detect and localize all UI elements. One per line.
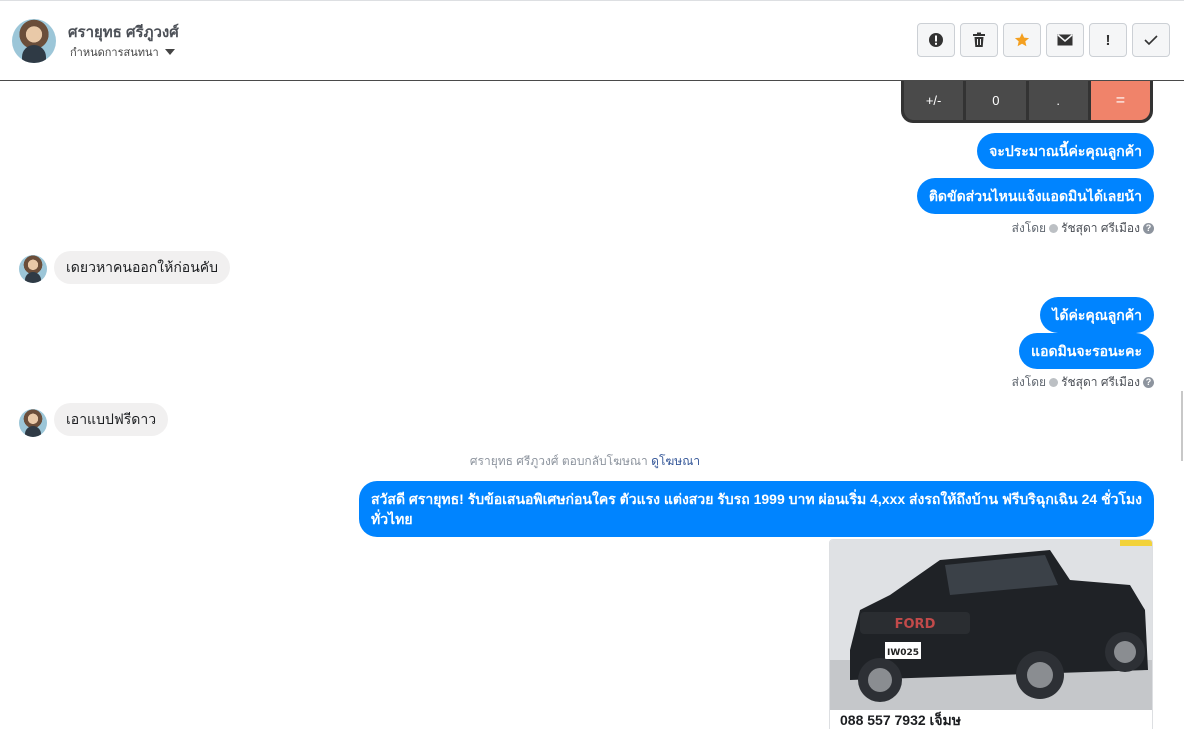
help-icon[interactable]: ? [1143, 377, 1154, 388]
sent-by-agent[interactable]: รัชสุดา ศรีเมือง [1061, 373, 1140, 392]
sent-by-label: ส่งโดย รัชสุดา ศรีเมือง ? [1012, 373, 1154, 392]
star-button[interactable] [1003, 23, 1041, 57]
caret-down-icon [164, 49, 175, 55]
scrollbar-thumb[interactable] [1181, 391, 1183, 461]
grille-logo-text: FORD [895, 617, 936, 632]
sent-by-label: ส่งโดย รัชสุดา ศรีเมือง ? [1012, 219, 1154, 238]
exclamation-icon: ! [1105, 31, 1111, 49]
agent-dot-icon [1049, 224, 1059, 233]
conversation-status-label: กำหนดการสนทนา [70, 47, 159, 59]
outgoing-message[interactable]: ติดขัดส่วนไหนแจ้งแอดมินได้เลยน้า [916, 178, 1154, 214]
message-thread[interactable]: +/- 0 . = จะประมาณนี้ค่ะคุณลูกค้า ติดขัด… [0, 81, 1184, 729]
incoming-message[interactable]: เอาแบปฟรีดาว [54, 403, 169, 436]
sent-by-agent[interactable]: รัชสุดา ศรีเมือง [1061, 219, 1140, 238]
delete-button[interactable] [960, 23, 998, 57]
mark-done-button[interactable] [1132, 23, 1170, 57]
incoming-message[interactable]: เดยวหาคนออกให้ก่อนคับ [54, 251, 231, 284]
ad-phone-text: 088 557 7932 เจ็มษ [840, 712, 961, 728]
contact-name[interactable]: ศรายุทธ ศรีภูวงศ์ [68, 20, 179, 44]
calculator-image[interactable]: +/- 0 . = [901, 81, 1153, 123]
priority-button[interactable]: ! [1089, 23, 1127, 57]
mark-spam-button[interactable] [917, 23, 955, 57]
conversation-header: ศรายุทธ ศรีภูวงศ์ กำหนดการสนทนา ! [0, 0, 1184, 81]
alert-circle-icon [929, 33, 943, 47]
truck-illustration: FORD IW025 [830, 540, 1152, 710]
ad-reply-text: ศรายุทธ ศรีภูวงศ์ ตอบกลับโฆษณา [469, 454, 648, 468]
ad-image-attachment[interactable]: FORD IW025 088 557 7932 เจ็มษ [829, 539, 1153, 729]
calc-key-sign: +/- [904, 81, 964, 120]
contact-avatar[interactable] [12, 19, 56, 63]
calc-key-zero: 0 [966, 81, 1026, 120]
contact-avatar-small[interactable] [19, 255, 47, 283]
help-icon[interactable]: ? [1143, 223, 1154, 234]
truck-photo: FORD IW025 [830, 540, 1152, 710]
conversation-toolbar: ! [917, 23, 1170, 57]
calc-key-equals: = [1090, 81, 1150, 120]
checkmark-icon [1144, 35, 1158, 46]
outgoing-message[interactable]: จะประมาณนี้ค่ะคุณลูกค้า [977, 133, 1154, 169]
conversation-status-dropdown[interactable]: กำหนดการสนทนา [70, 43, 175, 61]
calc-key-dot: . [1028, 81, 1088, 120]
contact-avatar-small[interactable] [19, 409, 47, 437]
mark-unread-button[interactable] [1046, 23, 1084, 57]
sent-by-prefix: ส่งโดย [1011, 221, 1047, 235]
envelope-icon [1057, 34, 1073, 46]
view-ad-link[interactable]: ดูโฆษณา [651, 454, 700, 468]
outgoing-message[interactable]: ได้ค่ะคุณลูกค้า [1040, 297, 1154, 333]
license-plate-text: IW025 [887, 648, 919, 658]
sent-by-prefix: ส่งโดย [1011, 375, 1047, 389]
star-icon [1014, 33, 1030, 47]
trash-icon [973, 32, 985, 47]
outgoing-message[interactable]: สวัสดี ศรายุทธ! รับข้อเสนอพิเศษก่อนใคร ต… [359, 481, 1154, 537]
ad-reply-note: ศรายุทธ ศรีภูวงศ์ ตอบกลับโฆษณา ดูโฆษณา [0, 452, 1170, 471]
agent-dot-icon [1049, 378, 1059, 387]
outgoing-message[interactable]: แอดมินจะรอนะคะ [1019, 333, 1154, 369]
